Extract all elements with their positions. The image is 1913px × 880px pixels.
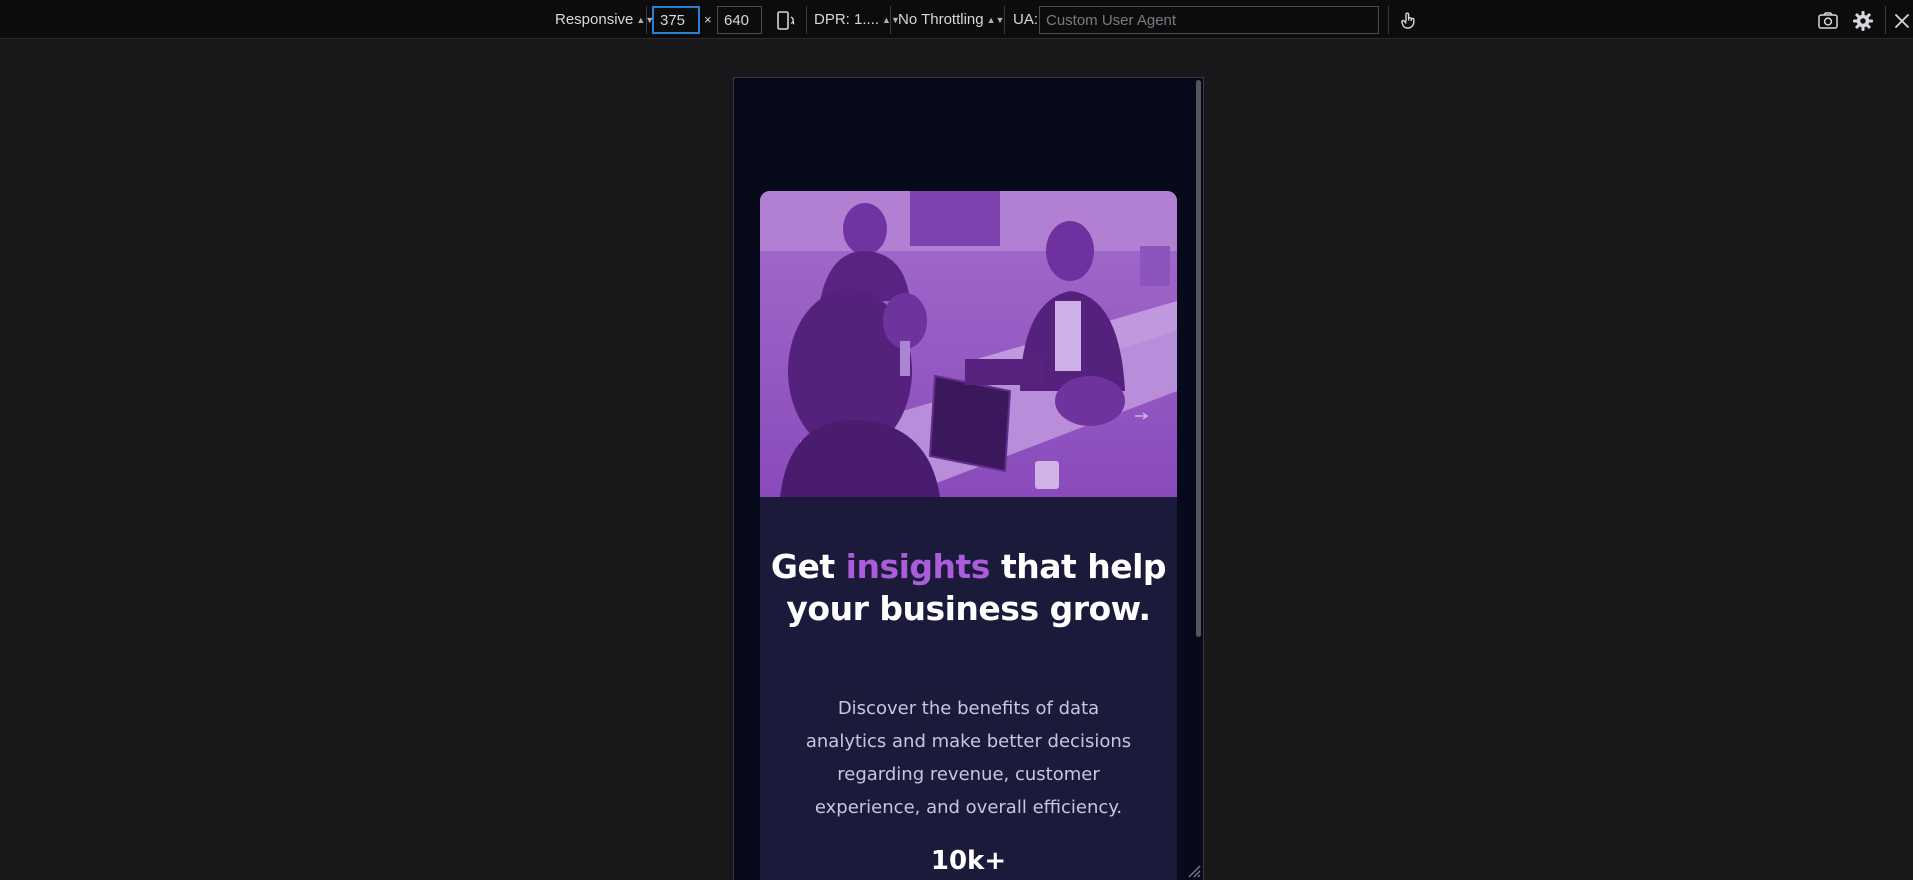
- device-viewport: Get insights that help your business gro…: [733, 77, 1204, 880]
- ua-label: UA:: [1013, 11, 1039, 28]
- touch-simulation-icon[interactable]: [1398, 10, 1420, 32]
- throttling-selector[interactable]: No Throttling ▲▼: [898, 11, 1004, 28]
- headline-accent: insights: [845, 547, 991, 586]
- dimension-separator: ×: [704, 12, 712, 27]
- stat-value: 10k+: [930, 846, 1007, 876]
- user-agent-input[interactable]: [1039, 6, 1379, 34]
- responsive-design-toolbar: Responsive▲▼ × DPR: 1....▲▼ No Throttlin…: [0, 0, 1913, 39]
- device-selector[interactable]: Responsive▲▼: [555, 11, 654, 28]
- rotate-device-icon[interactable]: [775, 10, 797, 32]
- viewport-width-input[interactable]: [652, 6, 700, 34]
- viewport-height-input[interactable]: [717, 6, 762, 34]
- hero-image: [760, 191, 1177, 497]
- dpr-selector[interactable]: DPR: 1....▲▼: [814, 11, 900, 28]
- resize-handle-icon[interactable]: [1185, 862, 1201, 878]
- updown-icon: ▲▼: [986, 15, 1005, 25]
- hero-card: Get insights that help your business gro…: [760, 191, 1177, 880]
- device-selector-label: Responsive: [555, 11, 634, 28]
- toolbar-divider: [806, 6, 807, 34]
- toolbar-divider: [1004, 6, 1005, 34]
- gear-icon[interactable]: [1852, 10, 1874, 32]
- page-description: Discover the benefits of data analytics …: [805, 698, 1132, 818]
- toolbar-divider: [890, 6, 891, 34]
- toolbar-divider: [1885, 6, 1886, 34]
- toolbar-divider: [1388, 6, 1389, 34]
- toolbar-divider: [646, 6, 647, 34]
- page-title: Get insights that help your business gro…: [760, 546, 1177, 630]
- throttling-selector-label: No Throttling: [898, 11, 984, 28]
- headline-text-start: Get: [770, 547, 846, 586]
- scrollbar-thumb[interactable]: [1196, 80, 1201, 637]
- close-icon[interactable]: [1891, 10, 1913, 32]
- camera-icon[interactable]: [1817, 10, 1839, 32]
- dpr-selector-label: DPR: 1....: [814, 11, 880, 28]
